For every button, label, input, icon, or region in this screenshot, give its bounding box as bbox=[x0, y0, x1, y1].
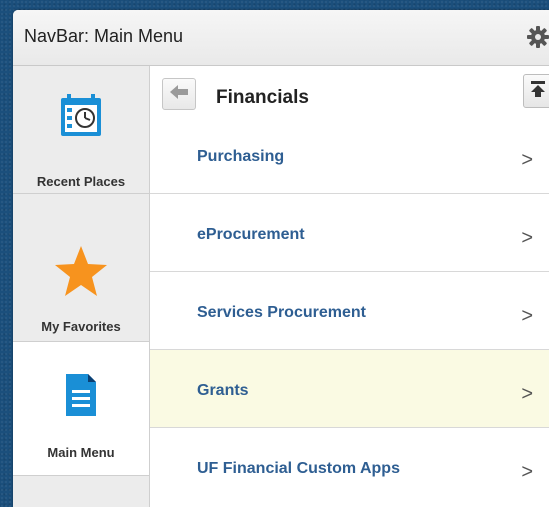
menu-item-label: Services Procurement bbox=[197, 304, 366, 321]
sidebar-item-recent-places[interactable]: Recent Places bbox=[13, 66, 149, 194]
chevron-right-icon: > bbox=[521, 305, 533, 327]
sidebar-item-label: Main Menu bbox=[47, 445, 115, 460]
sidebar-item-label: Recent Places bbox=[36, 174, 126, 189]
menu-item-eprocurement[interactable]: eProcurement > bbox=[150, 194, 549, 272]
sidebar-item-my-favorites[interactable]: My Favorites bbox=[13, 194, 149, 342]
menu-item-label: Grants bbox=[197, 382, 249, 399]
chevron-right-icon: > bbox=[521, 227, 533, 249]
back-button[interactable] bbox=[162, 78, 196, 110]
calendar-clock-icon bbox=[13, 92, 149, 138]
menu-item-purchasing[interactable]: Purchasing > bbox=[150, 116, 549, 194]
scroll-to-top-button[interactable] bbox=[523, 74, 549, 108]
menu-item-uf-financial-custom-apps[interactable]: UF Financial Custom Apps > bbox=[150, 428, 549, 507]
star-icon bbox=[13, 244, 149, 298]
arrow-left-icon bbox=[170, 84, 188, 104]
menu-item-label: eProcurement bbox=[197, 226, 305, 243]
gear-icon[interactable] bbox=[527, 26, 549, 48]
document-icon bbox=[13, 372, 149, 418]
chevron-right-icon: > bbox=[521, 461, 533, 483]
menu-item-services-procurement[interactable]: Services Procurement > bbox=[150, 272, 549, 350]
main-menu-content: Financials Purchasing > eProcurement > S… bbox=[150, 66, 549, 507]
sidebar-item-label: My Favorites bbox=[41, 319, 121, 334]
navbar-header: NavBar: Main Menu bbox=[13, 10, 549, 66]
scroll-to-top-icon bbox=[530, 80, 546, 103]
sidebar-item-main-menu[interactable]: Main Menu bbox=[13, 342, 149, 476]
chevron-right-icon: > bbox=[521, 383, 533, 405]
menu-item-label: UF Financial Custom Apps bbox=[197, 460, 400, 477]
chevron-right-icon: > bbox=[521, 149, 533, 171]
navbar-sidebar: Recent Places My Favorites Main Menu bbox=[13, 66, 150, 507]
navbar-title: NavBar: Main Menu bbox=[24, 26, 184, 46]
menu-item-grants[interactable]: Grants > bbox=[150, 350, 549, 428]
navbar-panel: NavBar: Main Menu Recent Places My Favor… bbox=[13, 10, 549, 507]
section-title: Financials bbox=[216, 87, 309, 108]
menu-item-label: Purchasing bbox=[197, 148, 285, 165]
